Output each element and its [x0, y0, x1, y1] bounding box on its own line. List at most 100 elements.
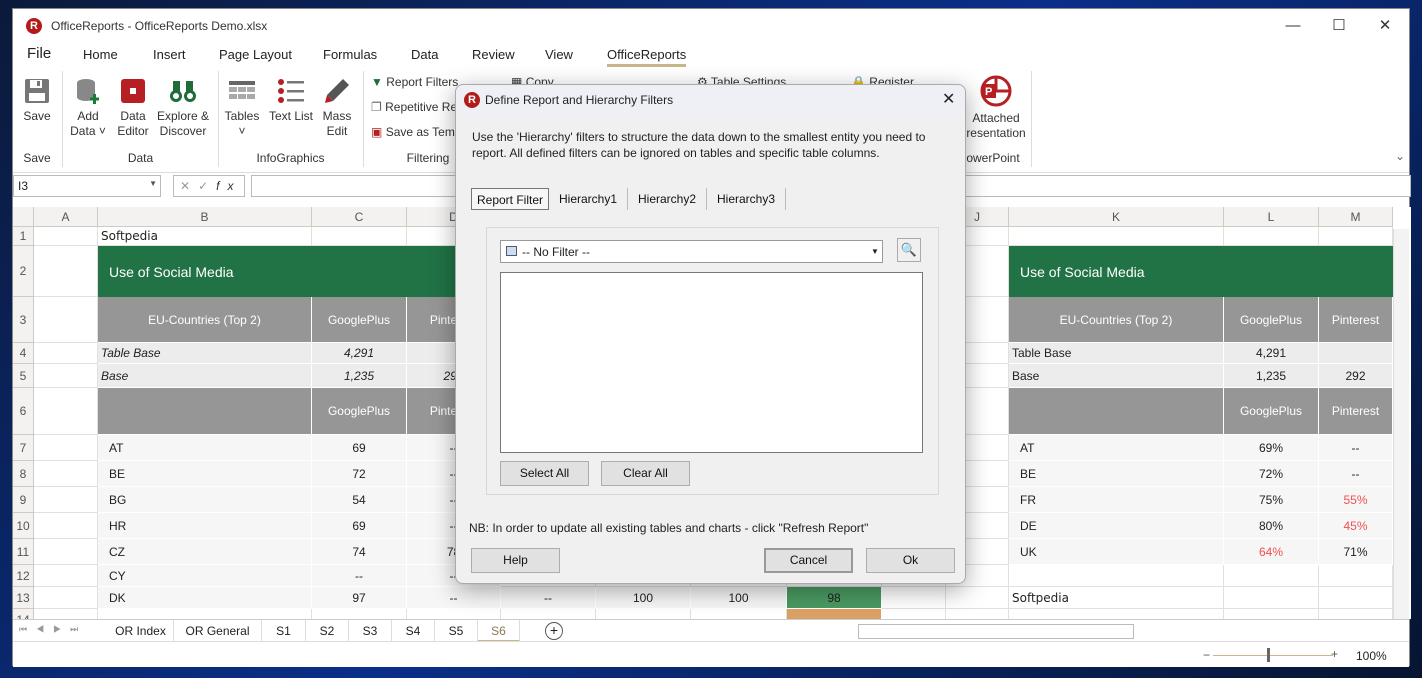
- menu-review[interactable]: Review: [472, 47, 515, 62]
- cell[interactable]: [34, 565, 98, 587]
- zoom-out-icon[interactable]: −: [1203, 648, 1210, 662]
- column-header-B[interactable]: B: [98, 207, 312, 227]
- cell[interactable]: [407, 609, 501, 619]
- cell[interactable]: [34, 227, 98, 246]
- zoom-in-icon[interactable]: +: [1331, 647, 1338, 661]
- filter-select[interactable]: -- No Filter -- ▼: [500, 240, 883, 263]
- cell[interactable]: [946, 587, 1009, 609]
- menu-insert[interactable]: Insert: [153, 47, 186, 62]
- cell[interactable]: [34, 364, 98, 388]
- cell-B8[interactable]: BE: [98, 461, 312, 487]
- cell-C12[interactable]: --: [312, 565, 407, 587]
- row-header-4[interactable]: 4: [13, 343, 34, 364]
- cancel-button[interactable]: Cancel: [764, 548, 853, 573]
- cell-B7[interactable]: AT: [98, 435, 312, 461]
- name-box[interactable]: I3 ▼: [13, 175, 161, 197]
- cell-B10[interactable]: HR: [98, 513, 312, 539]
- add-data-button[interactable]: Add Data ˅: [68, 77, 108, 139]
- cell-D13[interactable]: --: [407, 587, 501, 609]
- row-header-8[interactable]: 8: [13, 461, 34, 487]
- dialog-tab-hierarchy2[interactable]: Hierarchy2: [628, 188, 707, 210]
- cell-B9[interactable]: BG: [98, 487, 312, 513]
- cell[interactable]: [501, 609, 596, 619]
- save-as-template-button[interactable]: ▣ Save as Tem: [371, 125, 455, 139]
- column-header-K[interactable]: K: [1009, 207, 1224, 227]
- sheet-nav-arrows[interactable]: ⏮◀▶⏭: [19, 624, 87, 635]
- scroll-thumb[interactable]: [1395, 379, 1408, 383]
- cell-H14[interactable]: [787, 609, 882, 619]
- row-header-13[interactable]: 13: [13, 587, 34, 609]
- cell-G13[interactable]: 100: [691, 587, 787, 609]
- column-header-L[interactable]: L: [1224, 207, 1319, 227]
- sheet-tab-s2[interactable]: S2: [306, 620, 349, 642]
- cell[interactable]: [34, 609, 98, 619]
- cell-K5[interactable]: Base: [1009, 364, 1224, 388]
- dialog-tab-report-filter[interactable]: Report Filter: [471, 188, 549, 210]
- cell[interactable]: [34, 343, 98, 364]
- sheet-tab-s5[interactable]: S5: [435, 620, 478, 642]
- cell[interactable]: [596, 609, 691, 619]
- vertical-scrollbar[interactable]: [1393, 229, 1409, 619]
- cell[interactable]: [1319, 609, 1393, 619]
- explore-discover-button[interactable]: Explore & Discover: [155, 77, 211, 139]
- menu-officereports[interactable]: OfficeReports: [607, 47, 687, 67]
- cell[interactable]: [1319, 587, 1393, 609]
- cell-L5[interactable]: 1,235: [1224, 364, 1319, 388]
- menu-page-layout[interactable]: Page Layout: [219, 47, 292, 62]
- cell[interactable]: [312, 609, 407, 619]
- row-header-14[interactable]: 14: [13, 609, 34, 619]
- cell-K11[interactable]: UK: [1009, 539, 1224, 565]
- maximize-button[interactable]: ☐: [1316, 9, 1362, 43]
- cell[interactable]: [34, 539, 98, 565]
- cell[interactable]: [34, 246, 98, 297]
- zoom-slider[interactable]: [1213, 655, 1333, 656]
- close-button[interactable]: ✕: [1362, 9, 1408, 43]
- menu-formulas[interactable]: Formulas: [323, 47, 377, 62]
- cell-M10[interactable]: 45%: [1319, 513, 1393, 539]
- cell[interactable]: [1224, 587, 1319, 609]
- cell-K8[interactable]: BE: [1009, 461, 1224, 487]
- menu-home[interactable]: Home: [83, 47, 118, 62]
- cell[interactable]: [1319, 227, 1393, 246]
- cell-K9[interactable]: FR: [1009, 487, 1224, 513]
- cell[interactable]: [882, 587, 946, 609]
- cell-B3[interactable]: EU-Countries (Top 2): [98, 297, 312, 343]
- column-header-M[interactable]: M: [1319, 207, 1393, 227]
- cell[interactable]: [1224, 609, 1319, 619]
- cell-L7[interactable]: 69%: [1224, 435, 1319, 461]
- row-header-2[interactable]: 2: [13, 246, 34, 297]
- row-header-12[interactable]: 12: [13, 565, 34, 587]
- cell-M11[interactable]: 71%: [1319, 539, 1393, 565]
- select-all-corner[interactable]: [13, 207, 34, 227]
- cell-K3[interactable]: EU-Countries (Top 2): [1009, 297, 1224, 343]
- attached-presentation-button[interactable]: P Attached resentation: [963, 75, 1029, 141]
- cell-F13[interactable]: 100: [596, 587, 691, 609]
- cell-C13[interactable]: 97: [312, 587, 407, 609]
- dialog-tab-hierarchy3[interactable]: Hierarchy3: [707, 188, 786, 210]
- cell-K10[interactable]: DE: [1009, 513, 1224, 539]
- cell[interactable]: [1009, 227, 1224, 246]
- cell-E13[interactable]: --: [501, 587, 596, 609]
- data-editor-button[interactable]: Data Editor: [113, 77, 153, 139]
- cell-B1[interactable]: Softpedia: [98, 227, 312, 246]
- filter-values-list[interactable]: [500, 272, 923, 453]
- cell-C10[interactable]: 69: [312, 513, 407, 539]
- cell-M4[interactable]: [1319, 343, 1393, 364]
- cell[interactable]: [34, 388, 98, 435]
- cell[interactable]: [1224, 565, 1319, 587]
- cell-B4[interactable]: Table Base: [98, 343, 312, 364]
- text-list-button[interactable]: Text List: [266, 77, 316, 124]
- cell-B13[interactable]: DK: [98, 587, 312, 609]
- search-button[interactable]: 🔍: [897, 238, 921, 262]
- cell[interactable]: [1009, 565, 1224, 587]
- cell[interactable]: [34, 435, 98, 461]
- ok-button[interactable]: Ok: [866, 548, 955, 573]
- function-icon[interactable]: fx: [216, 179, 241, 193]
- cell-M7[interactable]: --: [1319, 435, 1393, 461]
- cell[interactable]: [34, 487, 98, 513]
- row-header-11[interactable]: 11: [13, 539, 34, 565]
- cell-C4[interactable]: 4,291: [312, 343, 407, 364]
- row-header-5[interactable]: 5: [13, 364, 34, 388]
- cell-L3[interactable]: GooglePlus: [1224, 297, 1319, 343]
- row-header-9[interactable]: 9: [13, 487, 34, 513]
